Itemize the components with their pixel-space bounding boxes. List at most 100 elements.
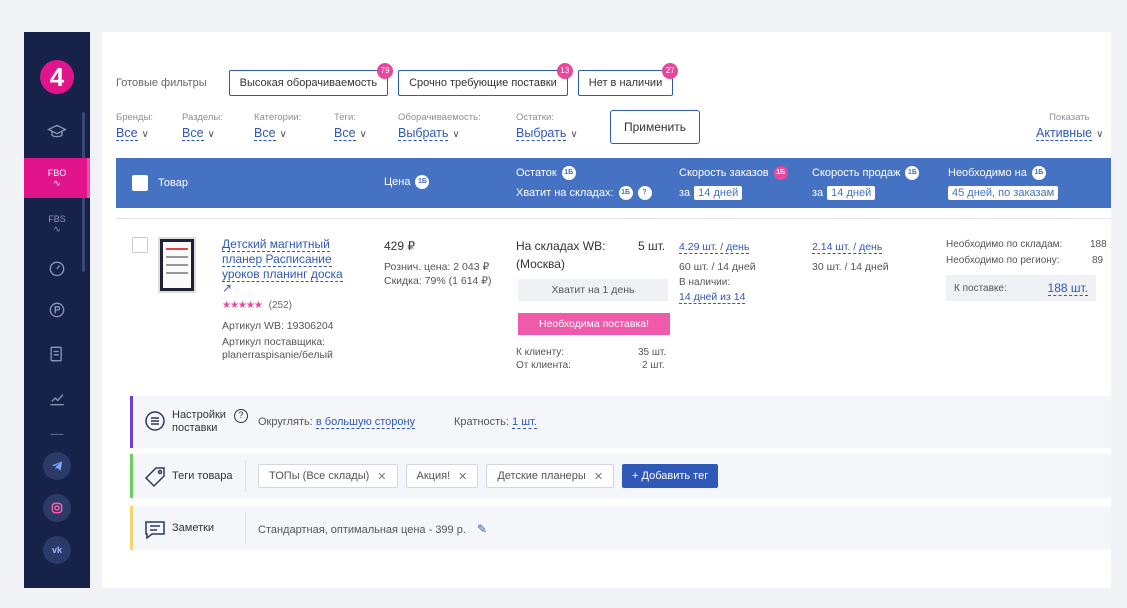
sort-icon[interactable]: 1Б — [415, 175, 430, 189]
sidebar-item-fbs[interactable]: FBS ∿ — [24, 204, 90, 244]
chevron-down-icon: ∨ — [359, 129, 367, 140]
vk-link[interactable]: vk — [43, 536, 71, 564]
multiplicity-value-link[interactable]: 1 шт. — [512, 416, 537, 429]
graduation-cap-icon — [47, 122, 67, 147]
tags-dropdown[interactable]: Теги: Все ∨ — [334, 112, 367, 141]
filter-count-badge: 79 — [377, 63, 394, 79]
sidebar-item-finance[interactable] — [24, 292, 90, 332]
warehouse-city: (Москва) — [516, 257, 565, 271]
sidebar-item-reports[interactable] — [24, 380, 90, 420]
article-wb: Артикул WB: 19306204 — [222, 320, 334, 332]
order-period-selector[interactable]: за 14 дней — [679, 186, 743, 200]
document-icon — [47, 344, 67, 369]
warehouse-qty: 5 шт. — [638, 239, 666, 253]
chevron-down-icon: ∨ — [207, 129, 215, 140]
sidebar-item-education[interactable] — [24, 114, 90, 154]
close-icon[interactable]: ✕ — [377, 470, 386, 483]
product-name-link[interactable]: Детский магнитный планер Расписание урок… — [222, 237, 352, 282]
sales-period-selector[interactable]: за 14 дней — [812, 186, 876, 200]
sidebar-fbo-label: FBO — [47, 168, 67, 178]
select-all-checkbox[interactable] — [132, 175, 148, 191]
telegram-link[interactable] — [43, 452, 71, 480]
filter-urgent-supply-button[interactable]: Срочно требующие поставки 13 — [398, 63, 573, 96]
column-enough[interactable]: Хватит на складах: 1Б? — [516, 186, 652, 200]
sidebar-fbs-label: FBS — [48, 214, 66, 224]
tag-chip[interactable]: Акция! ✕ — [405, 464, 479, 488]
column-sales-speed[interactable]: Скорость продаж 1Б — [812, 166, 920, 180]
column-price[interactable]: Цена 1Б — [384, 175, 430, 189]
add-tag-button[interactable]: + Добавить тег — [622, 464, 719, 488]
filter-out-of-stock-button[interactable]: Нет в наличии 27 — [577, 63, 679, 96]
show-dropdown[interactable]: Показать Активные ∨ — [1036, 112, 1103, 141]
sort-icon[interactable]: 1Б — [1031, 166, 1046, 180]
filter-count-badge: 13 — [556, 63, 573, 79]
to-supply-value[interactable]: 188 шт. — [1047, 281, 1088, 296]
sidebar-item-documents[interactable] — [24, 336, 90, 376]
needed-period-selector[interactable]: 45 дней, по заказам — [944, 186, 1059, 200]
sections-dropdown[interactable]: Разделы: Все ∨ — [182, 112, 223, 141]
close-icon[interactable]: ✕ — [458, 470, 467, 483]
column-needed[interactable]: Необходимо на 1Б — [948, 166, 1046, 180]
fbo-graph-icon: ∿ — [53, 178, 61, 188]
help-icon[interactable]: ? — [637, 186, 652, 200]
categories-dropdown[interactable]: Категории: Все ∨ — [254, 112, 301, 141]
to-client-qty: 35 шт. — [638, 347, 667, 358]
enough-for-badge: Хватит на 1 день — [518, 279, 668, 301]
sort-icon[interactable]: 1Б — [905, 166, 920, 180]
tag-chip[interactable]: ТОПы (Все склады) ✕ — [258, 464, 398, 488]
ready-filters-label: Готовые фильтры — [116, 77, 207, 89]
sort-icon[interactable]: 1Б — [618, 186, 633, 200]
close-icon[interactable]: ✕ — [594, 470, 603, 483]
need-wh-value: 188 — [1090, 239, 1107, 250]
sidebar-item-more[interactable]: ── — [24, 422, 90, 446]
need-supply-button[interactable]: Необходима поставка! — [518, 313, 670, 335]
article-supplier: planerraspisanie/белый — [222, 349, 333, 361]
coin-icon — [47, 300, 67, 325]
need-region-value: 89 — [1092, 255, 1104, 266]
row-checkbox[interactable] — [132, 237, 148, 253]
sidebar: 4 FBO ∿ FBS ∿ ── vk — [24, 32, 90, 588]
rounding-value-link[interactable]: в большую сторону — [315, 416, 416, 429]
sales-per-period: 30 шт. / 14 дней — [812, 261, 889, 273]
notes-panel: Заметки Стандартная, оптимальная цена - … — [130, 506, 1111, 550]
table-row: Детский магнитный планер Расписание урок… — [116, 218, 1111, 388]
external-link-icon[interactable]: ↗︎ — [222, 281, 232, 295]
sort-active-icon[interactable]: 1Б — [773, 166, 788, 180]
column-product[interactable]: Товар — [158, 177, 188, 189]
edit-icon[interactable]: ✎︎ — [477, 522, 487, 536]
order-speed-link[interactable]: 4.29 шт. / день — [679, 241, 750, 254]
chevron-down-icon: ∨ — [279, 129, 287, 140]
turnover-dropdown[interactable]: Оборачиваемость: Выбрать ∨ — [398, 112, 481, 141]
multiplicity-setting: Кратность: 1 шт. — [454, 416, 537, 429]
supply-settings-panel: Настройки поставки ? Округлять: в большу… — [130, 396, 1111, 448]
stock-dropdown[interactable]: Остатки: Выбрать ∨ — [516, 112, 578, 141]
article-supplier-label: Артикул поставщика: — [222, 336, 326, 348]
supply-settings-title: Настройки поставки — [172, 409, 226, 434]
logo[interactable]: 4 — [40, 60, 74, 94]
filter-high-turnover-button[interactable]: Высокая оборачиваемость 79 — [228, 63, 394, 96]
column-stock[interactable]: Остаток 1Б — [516, 166, 576, 180]
sidebar-item-analytics[interactable] — [24, 250, 90, 290]
rounding-setting: Округлять: в большую сторону — [258, 416, 416, 429]
help-icon[interactable]: ? — [234, 409, 248, 423]
note-text: Стандартная, оптимальная цена - 399 р. ✎… — [258, 522, 488, 536]
preset-filters: Готовые фильтры Высокая оборачиваемость … — [116, 63, 683, 96]
notes-title: Заметки — [172, 522, 215, 534]
column-order-speed[interactable]: Скорость заказов 1Б — [679, 166, 788, 180]
instagram-link[interactable] — [43, 494, 71, 522]
sales-speed-link[interactable]: 2.14 шт. / день — [812, 241, 883, 254]
brands-dropdown[interactable]: Бренды: Все ∨ — [116, 112, 153, 141]
apply-button[interactable]: Применить — [610, 110, 700, 144]
product-thumbnail[interactable] — [158, 237, 196, 293]
availability-link[interactable]: 14 дней из 14 — [679, 291, 746, 304]
availability-label: В наличии: — [679, 277, 731, 288]
chevron-down-icon: ∨ — [452, 129, 460, 140]
tags-title: Теги товара — [172, 470, 233, 482]
sidebar-item-fbo[interactable]: FBO ∿ — [24, 158, 90, 198]
sort-icon[interactable]: 1Б — [561, 166, 576, 180]
tag-list: ТОПы (Все склады) ✕ Акция! ✕ Детские плане… — [258, 464, 719, 488]
telegram-icon — [51, 461, 63, 471]
order-per-period: 60 шт. / 14 дней — [679, 261, 756, 273]
tag-chip[interactable]: Детские планеры ✕ — [486, 464, 615, 488]
price-value: 429 ₽ — [384, 239, 415, 253]
